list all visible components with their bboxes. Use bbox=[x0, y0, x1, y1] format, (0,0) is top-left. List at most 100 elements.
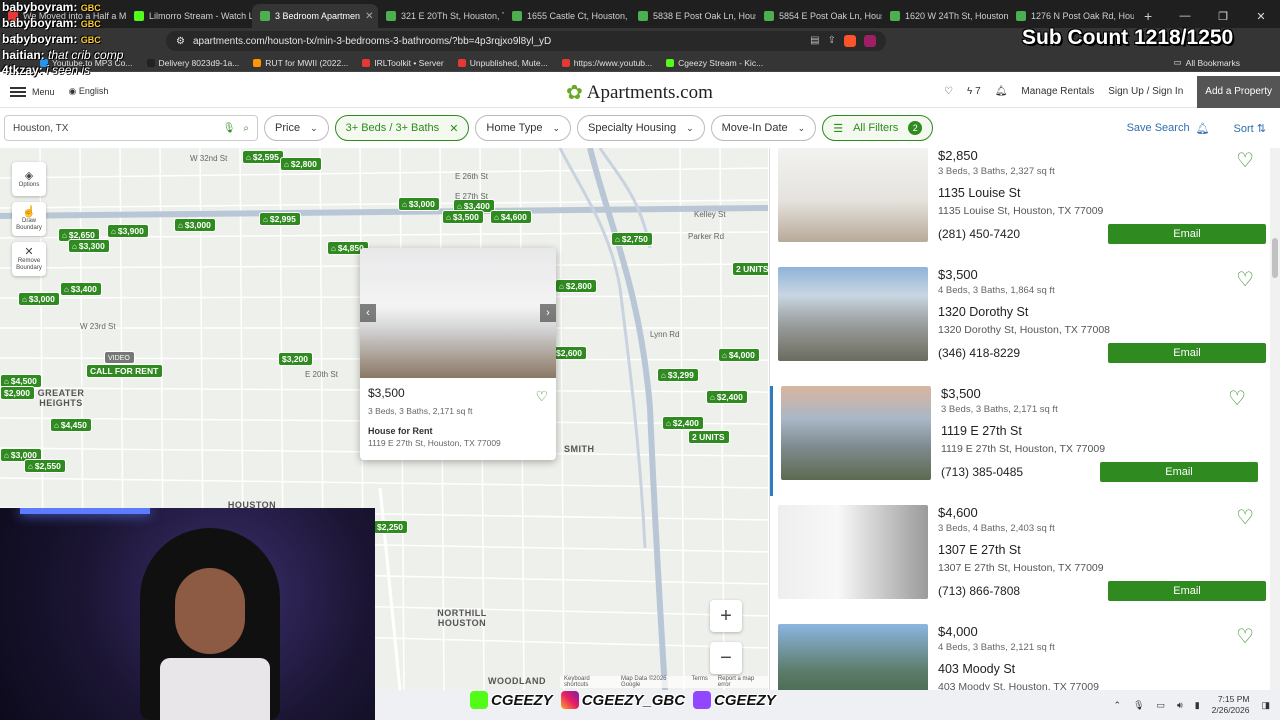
browser-tab[interactable]: 1276 N Post Oak Rd, Hou bbox=[1008, 4, 1134, 28]
video-badge[interactable]: VIDEO bbox=[104, 351, 135, 364]
menu-button[interactable]: Menu bbox=[10, 86, 55, 97]
call-for-rent-pin[interactable]: CALL FOR RENT bbox=[86, 364, 164, 378]
price-pin[interactable]: $3,400 bbox=[60, 282, 102, 296]
move-in-date-filter[interactable]: Move-In Date ⌄ bbox=[710, 115, 817, 141]
price-pin[interactable]: $3,000 bbox=[174, 218, 216, 232]
price-pin[interactable]: $4,000 bbox=[718, 348, 760, 362]
email-button[interactable]: Email bbox=[1108, 224, 1266, 244]
listing-photo[interactable] bbox=[778, 505, 928, 599]
listings-panel[interactable]: $2,850 3 Beds, 3 Baths, 2,327 sq ft 1135… bbox=[769, 148, 1270, 690]
listings-scrollbar[interactable] bbox=[1270, 148, 1280, 690]
favorites-heart-icon[interactable]: ♡ bbox=[944, 86, 953, 97]
price-pin[interactable]: $2,900 bbox=[0, 386, 35, 400]
sign-in-link[interactable]: Sign In bbox=[1152, 86, 1183, 97]
listing-card[interactable]: $4,000 4 Beds, 3 Baths, 2,121 sq ft 403 … bbox=[778, 624, 1266, 690]
microphone-icon[interactable]: 🎙︎ bbox=[1133, 700, 1144, 711]
favorite-heart-icon[interactable]: ♡ bbox=[535, 388, 548, 405]
price-pin[interactable]: $2,550 bbox=[24, 459, 66, 473]
brave-shield-icon[interactable] bbox=[844, 35, 856, 47]
network-icon[interactable]: ▭ bbox=[1157, 700, 1166, 711]
listing-popup[interactable]: ‹ › ♡ $3,500 3 Beds, 3 Baths, 2,171 sq f… bbox=[360, 248, 556, 460]
popup-photo[interactable]: ‹ › bbox=[360, 248, 556, 378]
listing-card-selected[interactable]: $3,500 3 Beds, 3 Baths, 2,171 sq ft 1119… bbox=[770, 386, 1258, 496]
price-pin[interactable]: $2,600 bbox=[552, 346, 587, 360]
site-info-icon[interactable]: ⚙ bbox=[176, 36, 185, 47]
price-filter[interactable]: Price ⌄ bbox=[264, 115, 329, 141]
listing-name[interactable]: 1119 E 27th St bbox=[941, 424, 1258, 438]
sign-up-link[interactable]: Sign Up bbox=[1108, 86, 1144, 97]
favorite-heart-icon[interactable]: ♡ bbox=[1236, 148, 1254, 173]
favorite-heart-icon[interactable]: ♡ bbox=[1236, 505, 1254, 530]
listing-card[interactable]: $4,600 3 Beds, 4 Baths, 2,403 sq ft 1307… bbox=[778, 505, 1266, 615]
listing-photo[interactable] bbox=[781, 386, 931, 480]
new-tab-icon[interactable]: + bbox=[1134, 4, 1162, 28]
notification-icon[interactable]: ◨ bbox=[1261, 700, 1270, 711]
price-pin[interactable]: $2,750 bbox=[611, 232, 653, 246]
remove-boundary-button[interactable]: ✕ Remove Boundary bbox=[12, 242, 46, 276]
specialty-housing-filter[interactable]: Specialty Housing ⌄ bbox=[577, 115, 705, 141]
reader-icon[interactable]: ▤ bbox=[810, 35, 819, 47]
price-pin[interactable]: $4,450 bbox=[50, 418, 92, 432]
price-pin[interactable]: $2,250 bbox=[373, 520, 408, 534]
lightning-icon[interactable]: ϟ 7 bbox=[967, 86, 981, 97]
terms-link[interactable]: Terms bbox=[692, 676, 708, 688]
email-button[interactable]: Email bbox=[1108, 343, 1266, 363]
favorite-heart-icon[interactable]: ♡ bbox=[1236, 267, 1254, 292]
favorite-heart-icon[interactable]: ♡ bbox=[1236, 624, 1254, 649]
microphone-icon[interactable]: 🎙︎ bbox=[223, 123, 236, 134]
all-bookmarks[interactable]: ▭ All Bookmarks bbox=[1174, 57, 1240, 68]
chevron-left-icon[interactable]: ‹ bbox=[360, 304, 376, 322]
volume-icon[interactable]: 🔊︎ bbox=[1177, 700, 1183, 711]
listing-card[interactable]: $2,850 3 Beds, 3 Baths, 2,327 sq ft 1135… bbox=[778, 148, 1266, 258]
clock[interactable]: 7:15 PM 2/26/2026 bbox=[1212, 694, 1250, 716]
bookmark-item[interactable]: https://www.youtub... bbox=[561, 58, 652, 68]
language-selector[interactable]: ◉ English bbox=[69, 86, 109, 97]
bookmark-item[interactable]: RUT for MWII (2022... bbox=[253, 58, 348, 68]
price-pin[interactable]: $3,900 bbox=[107, 224, 149, 238]
bookmark-item[interactable]: Unpublished, Mute... bbox=[457, 58, 548, 68]
listing-photo[interactable] bbox=[778, 624, 928, 690]
all-filters-button[interactable]: ☰ All Filters 2 bbox=[822, 115, 934, 141]
minimize-icon[interactable]: — bbox=[1166, 4, 1204, 28]
sort-button[interactable]: Sort ⇅ bbox=[1234, 122, 1266, 135]
price-pin[interactable]: $2,400 bbox=[706, 390, 748, 404]
zoom-in-button[interactable]: + bbox=[710, 600, 742, 632]
price-pin[interactable]: $3,000 bbox=[18, 292, 60, 306]
listing-photo[interactable] bbox=[778, 148, 928, 242]
units-pin[interactable]: 2 UNITS bbox=[732, 262, 768, 276]
bookmark-item[interactable]: IRLToolkit • Server bbox=[362, 58, 444, 68]
price-pin[interactable]: $3,500 bbox=[442, 210, 484, 224]
price-pin[interactable]: $3,299 bbox=[657, 368, 699, 382]
chevron-up-icon[interactable]: ⌃ bbox=[1114, 700, 1122, 711]
bookmark-item[interactable]: Cgeezy Stream - Kic... bbox=[666, 58, 763, 68]
price-pin[interactable]: $2,400 bbox=[662, 416, 704, 430]
zoom-out-button[interactable]: − bbox=[710, 642, 742, 674]
price-pin[interactable]: $3,200 bbox=[278, 352, 313, 366]
listing-name[interactable]: 1307 E 27th St bbox=[938, 543, 1266, 557]
keyboard-shortcuts-link[interactable]: Keyboard shortcuts bbox=[564, 676, 611, 688]
price-pin[interactable]: $4,600 bbox=[490, 210, 532, 224]
home-type-filter[interactable]: Home Type ⌄ bbox=[475, 115, 572, 141]
price-pin[interactable]: $3,300 bbox=[68, 239, 110, 253]
rewards-icon[interactable] bbox=[864, 35, 876, 47]
add-property-button[interactable]: Add a Property bbox=[1197, 75, 1280, 108]
save-search-button[interactable]: Save Search 🔔︎ bbox=[1127, 122, 1210, 135]
price-pin[interactable]: $2,595 bbox=[242, 150, 284, 164]
email-button[interactable]: Email bbox=[1100, 462, 1258, 482]
location-search-input[interactable]: Houston, TX 🎙︎ ⌕ bbox=[4, 115, 258, 141]
browser-tab[interactable]: 1620 W 24Th St, Houston bbox=[882, 4, 1008, 28]
scroll-thumb[interactable] bbox=[1272, 238, 1278, 278]
browser-tab[interactable]: 5838 E Post Oak Ln, Houst bbox=[630, 4, 756, 28]
listing-name[interactable]: 1135 Louise St bbox=[938, 186, 1266, 200]
manage-rentals-link[interactable]: Manage Rentals bbox=[1021, 86, 1094, 97]
report-error-link[interactable]: Report a map error bbox=[718, 676, 764, 688]
price-pin[interactable]: $2,800 bbox=[280, 157, 322, 171]
listing-name[interactable]: 1320 Dorothy St bbox=[938, 305, 1266, 319]
battery-icon[interactable]: ▮ bbox=[1195, 700, 1200, 711]
browser-tab[interactable]: 321 E 20Th St, Houston, T bbox=[378, 4, 504, 28]
favorite-heart-icon[interactable]: ♡ bbox=[1228, 386, 1246, 411]
search-icon[interactable]: ⌕ bbox=[243, 123, 249, 134]
browser-tab[interactable]: 5854 E Post Oak Ln, Houst bbox=[756, 4, 882, 28]
close-window-icon[interactable]: ✕ bbox=[1242, 4, 1280, 28]
share-icon[interactable]: ⇪ bbox=[828, 35, 836, 47]
